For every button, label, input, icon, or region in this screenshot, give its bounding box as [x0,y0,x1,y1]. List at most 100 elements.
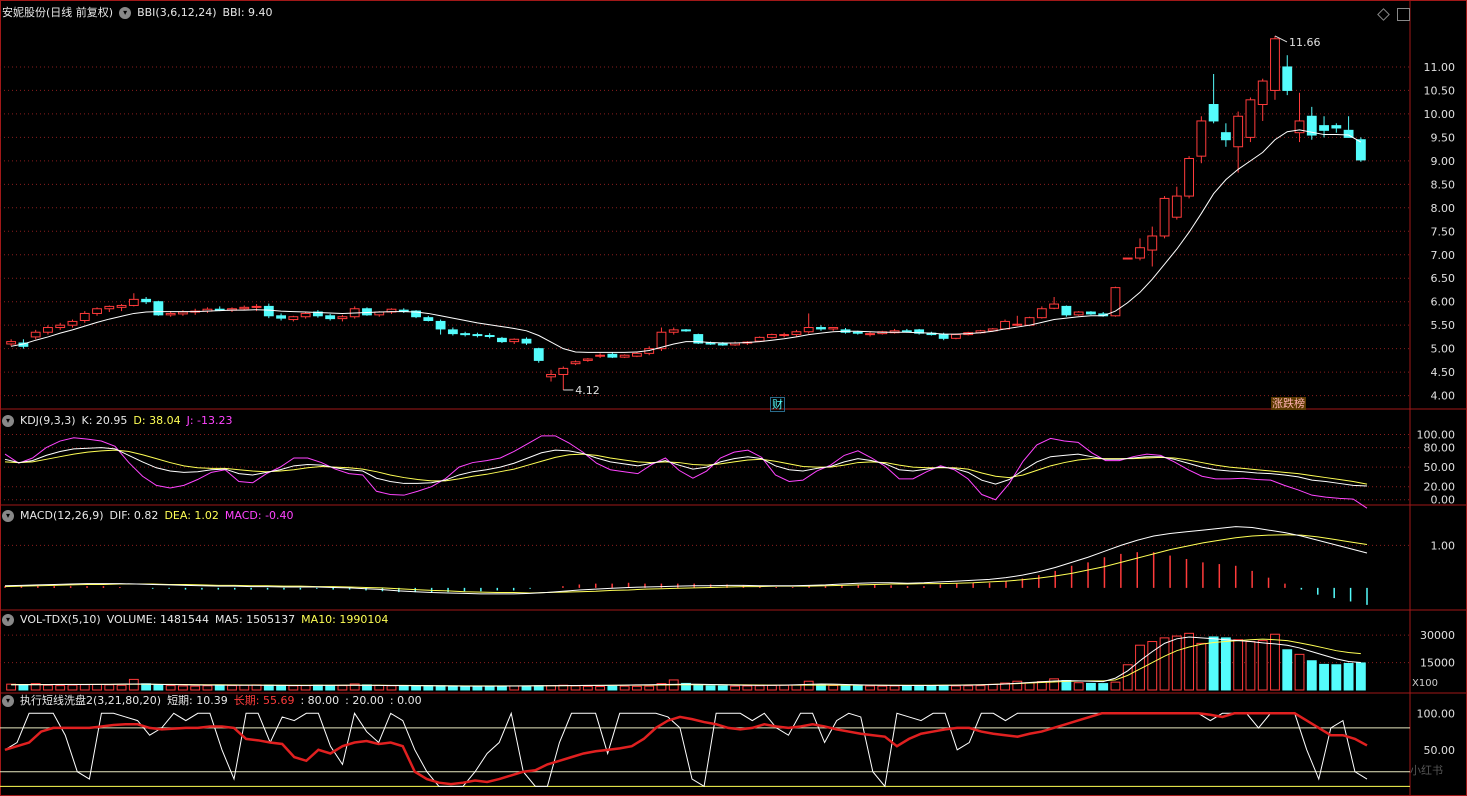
candle-body [951,334,961,339]
volume-bar [791,684,802,691]
candle-body [447,329,458,335]
candle-body [1012,323,1023,326]
kdj-name[interactable]: KDJ(9,3,3) [20,414,76,427]
volume-bar [742,685,753,691]
kdj-j: J: -13.23 [186,414,233,427]
kdj-tick-label: 0.00 [1431,494,1456,507]
volume-bar [460,685,471,691]
volume-bar [92,684,102,691]
candle-body [1061,305,1072,316]
candle-body [288,316,299,321]
caret-down-icon[interactable]: ▾ [2,510,14,522]
volume-bar [472,685,483,691]
candle-body [1319,125,1329,131]
caret-down-icon[interactable]: ▾ [119,7,132,19]
candle-body [178,311,188,315]
volume-bar [178,685,188,691]
macd-tick-label: 1.00 [1431,539,1456,552]
volume-bar [521,685,532,691]
candle-body [865,333,875,336]
price-tick-label: 4.00 [1431,390,1456,403]
price-tick-label: 7.50 [1431,225,1456,238]
volume-bar [43,684,53,691]
volume-bar [1233,639,1244,691]
caret-down-icon[interactable]: ▾ [2,415,14,427]
volume-bar [1098,683,1109,691]
volume-bar [595,686,606,691]
price-tick-label: 8.50 [1431,178,1456,191]
volume-bar [901,685,912,691]
price-tick-label: 6.00 [1431,296,1456,309]
volume-bar [165,685,176,691]
candle-body [43,327,53,333]
price-tick-label: 10.00 [1424,108,1456,121]
caret-down-icon[interactable]: ▾ [2,614,14,626]
volume-bar [607,685,618,691]
wash-name[interactable]: 执行短线洗盘2(3,21,80,20) [20,694,161,707]
chart-canvas: 4.00 4.50 5.00 5.50 6.00 6.50 7.00 7.50 8.00 8.50… [0,0,1467,796]
vol-tick-label: 15000 [1420,657,1455,670]
candle-body [116,304,127,308]
volume-bar [914,685,925,691]
volume-bar [116,684,127,691]
chart-stage[interactable]: 4.00 4.50 5.00 5.50 6.00 6.50 7.00 7.50 8.00 8.50… [0,0,1467,796]
finance-badge[interactable]: 财 [770,397,785,412]
volume-bar [202,685,213,691]
bbi-value: BBI: 9.40 [222,6,273,19]
volume-bar [1086,682,1096,691]
vol-tick-label: 30000 [1420,629,1455,642]
rank-badge[interactable]: 涨跌榜 [1271,397,1306,410]
volume-bar [435,685,446,691]
volume-bar [509,685,520,691]
wash-long-line [4,712,1368,786]
candle-body [472,334,483,337]
volume-bar [1355,662,1366,691]
caret-down-icon[interactable]: ▾ [2,695,14,707]
volume-bar [300,685,311,691]
candle-body [779,334,790,337]
volume-bar [926,685,937,691]
wash-20: : 20.00 [345,694,384,707]
price-tick-label: 6.50 [1431,272,1456,285]
kdj-tick-label: 50.00 [1424,461,1456,474]
vol-ma5-line [11,636,1361,687]
candle-body [901,330,912,333]
volume-bar [411,685,421,691]
candle-body [153,301,164,316]
high-label: 11.66 [1289,36,1321,49]
main-header: 安妮股份(日线 前复权) ▾ BBI(3,6,12,24) BBI: 9.40 [2,5,279,21]
candle-body [1086,311,1096,315]
volume-bar [632,685,642,691]
volume-bar [840,685,851,691]
volume-bar [975,685,986,691]
volume-bar [276,684,286,691]
volume-bar [1331,664,1342,691]
volume-bar [325,684,336,691]
volume-bar [214,684,225,691]
candle-body [239,306,250,310]
candle-body [816,327,826,330]
price-tick-label: 4.50 [1431,366,1456,379]
candle-body [546,373,556,378]
candle-body [1159,197,1170,237]
candle-body [1073,311,1084,316]
volume-bar [79,684,90,691]
volume-bar [582,685,593,691]
candle-body [582,358,593,361]
indicator-name[interactable]: BBI(3,6,12,24) [137,6,216,19]
vol-name[interactable]: VOL-TDX(5,10) [20,613,101,626]
candle-body [1257,80,1268,106]
volume-bar [1012,680,1023,691]
wash-header: ▾ 执行短线洗盘2(3,21,80,20) 短期: 10.39 长期: 55.69: … [2,693,428,709]
volume-bar [374,684,385,691]
macd-name[interactable]: MACD(12,26,9) [20,509,104,522]
candle-body [1270,38,1280,91]
candle-body [595,354,606,357]
price-tick-label: 11.00 [1424,61,1456,74]
volume-bar [1184,632,1194,691]
volume-bar [754,685,765,691]
watermark: 小红书 [1410,764,1443,777]
volume-bar [730,685,740,691]
maximize-icon[interactable] [1397,8,1410,21]
wash-tick-label: 50.00 [1424,744,1456,757]
